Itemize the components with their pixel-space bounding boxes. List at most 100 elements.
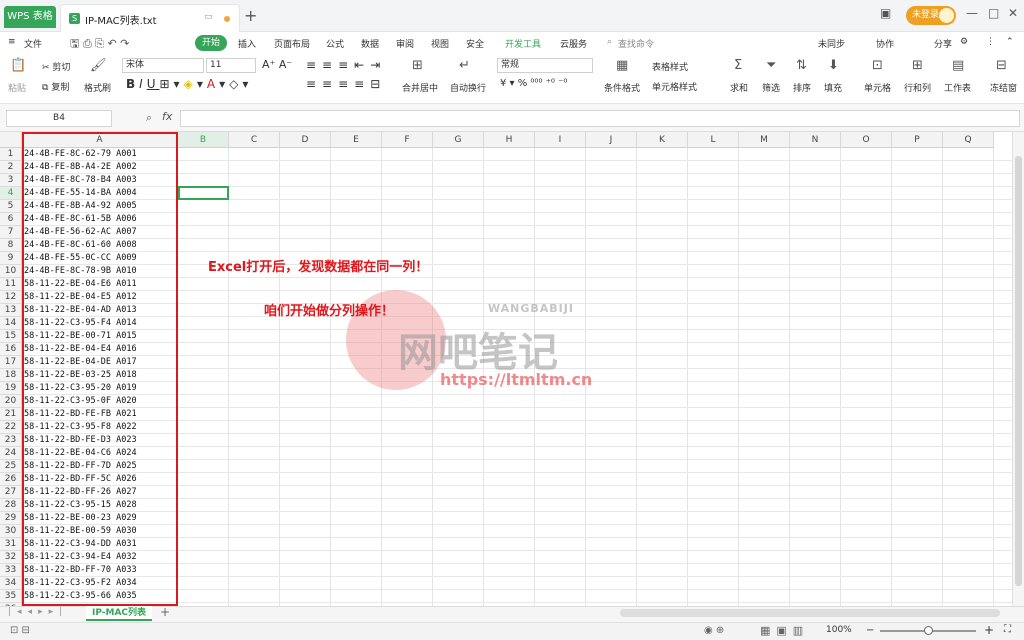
freeze-button[interactable]: 冻结窗 [990, 81, 1017, 94]
worksheet-button[interactable]: 工作表 [944, 81, 971, 94]
column-header-g[interactable]: G [433, 132, 484, 148]
column-header-q[interactable]: Q [943, 132, 994, 148]
row-header[interactable]: 29 [0, 512, 22, 525]
search-icon[interactable]: ⌕ [607, 37, 612, 47]
tab-data[interactable]: 数据 [361, 37, 379, 50]
row-header[interactable]: 13 [0, 304, 22, 317]
view-mode-icons[interactable]: ▦▣▥ [760, 624, 809, 637]
share-button[interactable]: 分享 [934, 37, 952, 50]
sort-button[interactable]: 排序 [793, 81, 811, 94]
row-header[interactable]: 32 [0, 551, 22, 564]
row-header[interactable]: 21 [0, 408, 22, 421]
column-header-p[interactable]: P [892, 132, 943, 148]
row-header[interactable]: 25 [0, 460, 22, 473]
cut-button[interactable]: ✂ 剪切 [42, 60, 70, 73]
zoom-in-icon[interactable]: + [984, 623, 994, 637]
column-header-o[interactable]: O [841, 132, 892, 148]
row-header[interactable]: 7 [0, 226, 22, 239]
zoom-slider-thumb[interactable] [924, 626, 933, 635]
wps-app-tab[interactable]: WPS 表格 [4, 6, 56, 28]
filter-button[interactable]: 筛选 [762, 81, 780, 94]
worksheet-icon[interactable]: ▤ [952, 58, 964, 73]
name-box[interactable]: B4 [6, 110, 112, 127]
file-menu[interactable]: 文件 [24, 37, 42, 50]
horizontal-scrollbar[interactable] [620, 609, 1000, 617]
restore-button[interactable]: □ [988, 6, 999, 20]
selected-cell-b4[interactable] [178, 186, 229, 200]
brush-icon[interactable]: 🖌 [90, 58, 107, 73]
sort-icon[interactable]: ⇅ [796, 58, 807, 73]
number-format-select[interactable]: 常规 [497, 58, 593, 73]
pin-icon[interactable]: ▭ [204, 12, 213, 22]
cond-format-button[interactable]: 条件格式 [604, 81, 640, 94]
row-header[interactable]: 34 [0, 577, 22, 590]
copy-button[interactable]: ⧉ 复制 [42, 80, 69, 93]
sync-status[interactable]: 未同步 [818, 37, 845, 50]
table-style-button[interactable]: 表格样式 [652, 60, 688, 73]
rowcol-icon[interactable]: ⊞ [912, 58, 923, 73]
row-header[interactable]: 17 [0, 356, 22, 369]
select-all-corner[interactable] [0, 132, 22, 148]
hamburger-icon[interactable]: ≡ [8, 37, 16, 47]
paste-icon[interactable]: 📋 [10, 58, 26, 73]
window-layout-icon[interactable]: ▣ [880, 6, 891, 20]
macro-icon[interactable]: ⊡ ⊟ [10, 625, 30, 636]
cell-icon[interactable]: ⊡ [872, 58, 883, 73]
cell-button[interactable]: 单元格 [864, 81, 891, 94]
close-button[interactable]: ✕ [1008, 6, 1018, 20]
cell-style-button[interactable]: 单元格样式 [652, 80, 697, 93]
sum-button[interactable]: 求和 [730, 81, 748, 94]
tab-security[interactable]: 安全 [466, 37, 484, 50]
align-bottom-icons[interactable]: ≡≡≡≡⊟ [306, 77, 386, 91]
row-header[interactable]: 14 [0, 317, 22, 330]
scroll-thumb[interactable] [1015, 156, 1022, 586]
row-header[interactable]: 9 [0, 252, 22, 265]
fullscreen-icon[interactable]: ⛶ [1004, 624, 1011, 635]
tab-view[interactable]: 视图 [431, 37, 449, 50]
row-header[interactable]: 6 [0, 213, 22, 226]
column-header-l[interactable]: L [688, 132, 739, 148]
font-grow-icon[interactable]: A⁺ A⁻ [262, 58, 292, 71]
freeze-icon[interactable]: ⊟ [996, 58, 1007, 73]
quick-access-icons[interactable]: 🖫 ⎙ ⎘ ↶ ↷ [70, 35, 129, 54]
row-header[interactable]: 27 [0, 486, 22, 499]
fill-button[interactable]: 填充 [824, 81, 842, 94]
cond-format-icon[interactable]: ▦ [616, 58, 628, 73]
row-header[interactable]: 22 [0, 421, 22, 434]
command-search[interactable]: 查找命令 [618, 37, 654, 50]
merge-button[interactable]: 合并居中 [402, 81, 438, 94]
row-header[interactable]: 11 [0, 278, 22, 291]
row-header[interactable]: 33 [0, 564, 22, 577]
column-header-i[interactable]: I [535, 132, 586, 148]
tab-insert[interactable]: 插入 [238, 37, 256, 50]
zoom-out-icon[interactable]: − [866, 625, 874, 636]
font-size-select[interactable]: 11 [206, 58, 256, 73]
document-tab[interactable]: S IP-MAC列表.txt ▭ [60, 4, 240, 32]
tab-home[interactable]: 开始 [195, 35, 227, 51]
sum-icon[interactable]: Σ [734, 58, 742, 73]
merge-icon[interactable]: ⊞ [412, 58, 423, 73]
row-header[interactable]: 4 [0, 187, 22, 200]
column-header-b[interactable]: B [178, 132, 229, 148]
row-header[interactable]: 26 [0, 473, 22, 486]
new-tab-button[interactable]: + [244, 6, 257, 25]
row-header[interactable]: 20 [0, 395, 22, 408]
row-header[interactable]: 31 [0, 538, 22, 551]
sheet-nav-icons[interactable]: |◂◂▸▸| [8, 607, 68, 617]
row-header[interactable]: 12 [0, 291, 22, 304]
sheet-tab[interactable]: IP-MAC列表 [86, 606, 152, 621]
fx-icon[interactable]: fx [162, 110, 172, 123]
zoom-level[interactable]: 100% [826, 625, 852, 635]
zoom-formula-icon[interactable]: ⌕ [146, 111, 152, 125]
row-header[interactable]: 3 [0, 174, 22, 187]
wrap-icon[interactable]: ↵ [459, 58, 470, 73]
row-header[interactable]: 16 [0, 343, 22, 356]
column-header-m[interactable]: M [739, 132, 790, 148]
zoom-slider[interactable] [880, 626, 976, 635]
add-sheet-button[interactable]: + [160, 605, 170, 619]
column-header-h[interactable]: H [484, 132, 535, 148]
formula-input[interactable] [180, 110, 1020, 127]
format-painter-button[interactable]: 格式刷 [84, 81, 111, 94]
tab-page-layout[interactable]: 页面布局 [274, 37, 310, 50]
paste-button[interactable]: 粘贴 [8, 81, 26, 94]
